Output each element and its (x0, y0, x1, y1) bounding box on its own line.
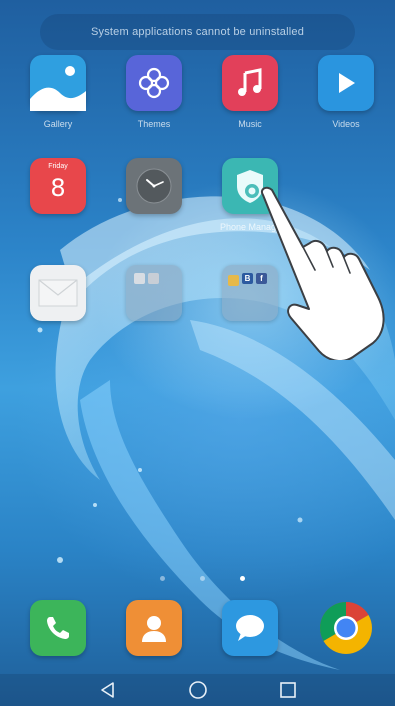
tap-hand-icon (261, 186, 385, 360)
recents-button[interactable] (278, 680, 298, 700)
app-label: Themes (137, 119, 171, 129)
home-button[interactable] (188, 680, 208, 700)
contact-person-icon (126, 600, 182, 656)
mini-app-icon (134, 273, 145, 284)
clock-icon (126, 158, 182, 214)
app-email[interactable] (28, 265, 88, 321)
home-screen: System applications cannot be uninstalle… (0, 0, 395, 706)
envelope-icon (30, 265, 86, 321)
page-dot (160, 576, 165, 581)
mini-app-icon (228, 275, 239, 286)
navigation-bar (0, 674, 395, 706)
page-dot-active (240, 576, 245, 581)
app-themes[interactable]: Themes (124, 55, 184, 129)
page-indicator (0, 574, 395, 584)
page-dot (200, 576, 205, 581)
calendar-day: Friday (48, 163, 68, 170)
phone-icon (30, 600, 86, 656)
dock-phone[interactable] (28, 600, 88, 656)
dock-contacts[interactable] (124, 600, 184, 656)
calendar-icon: Friday 8 (30, 158, 86, 214)
chrome-icon (318, 600, 374, 656)
app-label: Videos (332, 119, 360, 129)
app-music[interactable]: Music (220, 55, 280, 129)
chat-bubble-icon (222, 600, 278, 656)
app-clock[interactable] (124, 158, 184, 214)
dock-chrome[interactable] (316, 600, 376, 656)
calendar-date: 8 (50, 174, 66, 202)
music-note-icon (222, 55, 278, 111)
mini-app-icon: B (242, 273, 253, 284)
back-button[interactable] (98, 680, 118, 700)
toast-message: System applications cannot be uninstalle… (40, 14, 355, 50)
folder-1[interactable] (124, 265, 184, 321)
mini-app-icon (148, 273, 159, 284)
app-label: Gallery (43, 119, 73, 129)
app-videos[interactable]: Videos (316, 55, 376, 129)
play-icon (318, 55, 374, 111)
app-calendar[interactable]: Friday 8 (28, 158, 88, 214)
app-label: Music (238, 119, 262, 129)
app-gallery[interactable]: Gallery (28, 55, 88, 129)
themes-icon (126, 55, 182, 111)
gallery-icon (30, 55, 86, 111)
dock-messaging[interactable] (220, 600, 280, 656)
folder-icon (126, 265, 182, 321)
